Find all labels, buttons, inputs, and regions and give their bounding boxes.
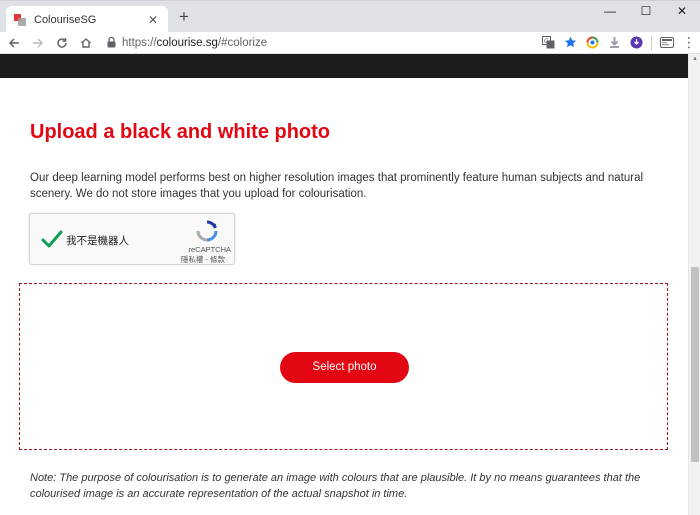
browser-tab[interactable]: ColouriseSG ✕ (6, 6, 168, 33)
reload-button[interactable] (52, 33, 72, 53)
forward-button[interactable] (28, 33, 48, 53)
tab-close-icon[interactable]: ✕ (146, 13, 160, 27)
back-button[interactable] (4, 33, 24, 53)
lock-icon (104, 37, 118, 48)
page-scrollbar[interactable]: ▲ (688, 54, 700, 515)
select-photo-button[interactable]: Select photo (280, 352, 409, 383)
site-favicon-icon (14, 13, 26, 26)
browser-toolbar: https://colourise.sg/#colorize G ⋮ (0, 32, 700, 54)
scroll-up-arrow-icon[interactable]: ▲ (689, 54, 700, 64)
forward-arrow-icon (33, 37, 44, 48)
site-header-bar (0, 54, 688, 78)
reload-icon (57, 37, 67, 48)
recaptcha-widget: 我不是機器人 reCAPTCHA 隱私權 - 條款 (29, 213, 235, 265)
address-bar[interactable]: https://colourise.sg/#colorize (104, 33, 537, 53)
bookmark-star-icon[interactable] (559, 33, 581, 53)
minimize-button[interactable]: — (592, 1, 628, 21)
page-title: Upload a black and white photo (30, 121, 331, 143)
toolbar-separator (651, 35, 652, 50)
window-controls: — ☐ ✕ (592, 1, 700, 21)
download-manager-icon[interactable] (625, 33, 647, 53)
svg-text:G: G (544, 38, 549, 45)
checkmark-icon[interactable] (40, 227, 64, 251)
profile-extension-icon[interactable] (656, 33, 678, 53)
disclaimer-note: Note: The purpose of colourisation is to… (30, 472, 641, 500)
recaptcha-privacy-terms-link[interactable]: 隱私權 - 條款 (181, 254, 225, 265)
maximize-button[interactable]: ☐ (628, 1, 664, 21)
home-button[interactable] (76, 33, 96, 53)
new-tab-button[interactable]: + (175, 8, 193, 26)
tab-title: ColouriseSG (34, 13, 97, 26)
recaptcha-brand: reCAPTCHA (188, 245, 231, 254)
recaptcha-label: 我不是機器人 (66, 235, 129, 247)
scrollbar-thumb[interactable] (691, 267, 699, 462)
page-viewport: Upload a black and white photo Our deep … (0, 54, 688, 515)
extension-circle-icon[interactable] (581, 33, 603, 53)
chrome-menu-icon[interactable]: ⋮ (678, 33, 700, 53)
photo-dropzone[interactable]: Select photo (19, 283, 668, 450)
download-extension-icon[interactable] (603, 33, 625, 53)
home-icon (81, 37, 91, 48)
browser-titlebar: ColouriseSG ✕ + — ☐ ✕ (0, 0, 700, 33)
recaptcha-logo-icon (196, 220, 218, 242)
back-arrow-icon (8, 37, 19, 48)
translate-icon[interactable]: G (537, 33, 559, 53)
close-window-button[interactable]: ✕ (664, 1, 700, 21)
intro-text: Our deep learning model performs best on… (30, 172, 644, 200)
url-text: https://colourise.sg/#colorize (122, 36, 268, 49)
